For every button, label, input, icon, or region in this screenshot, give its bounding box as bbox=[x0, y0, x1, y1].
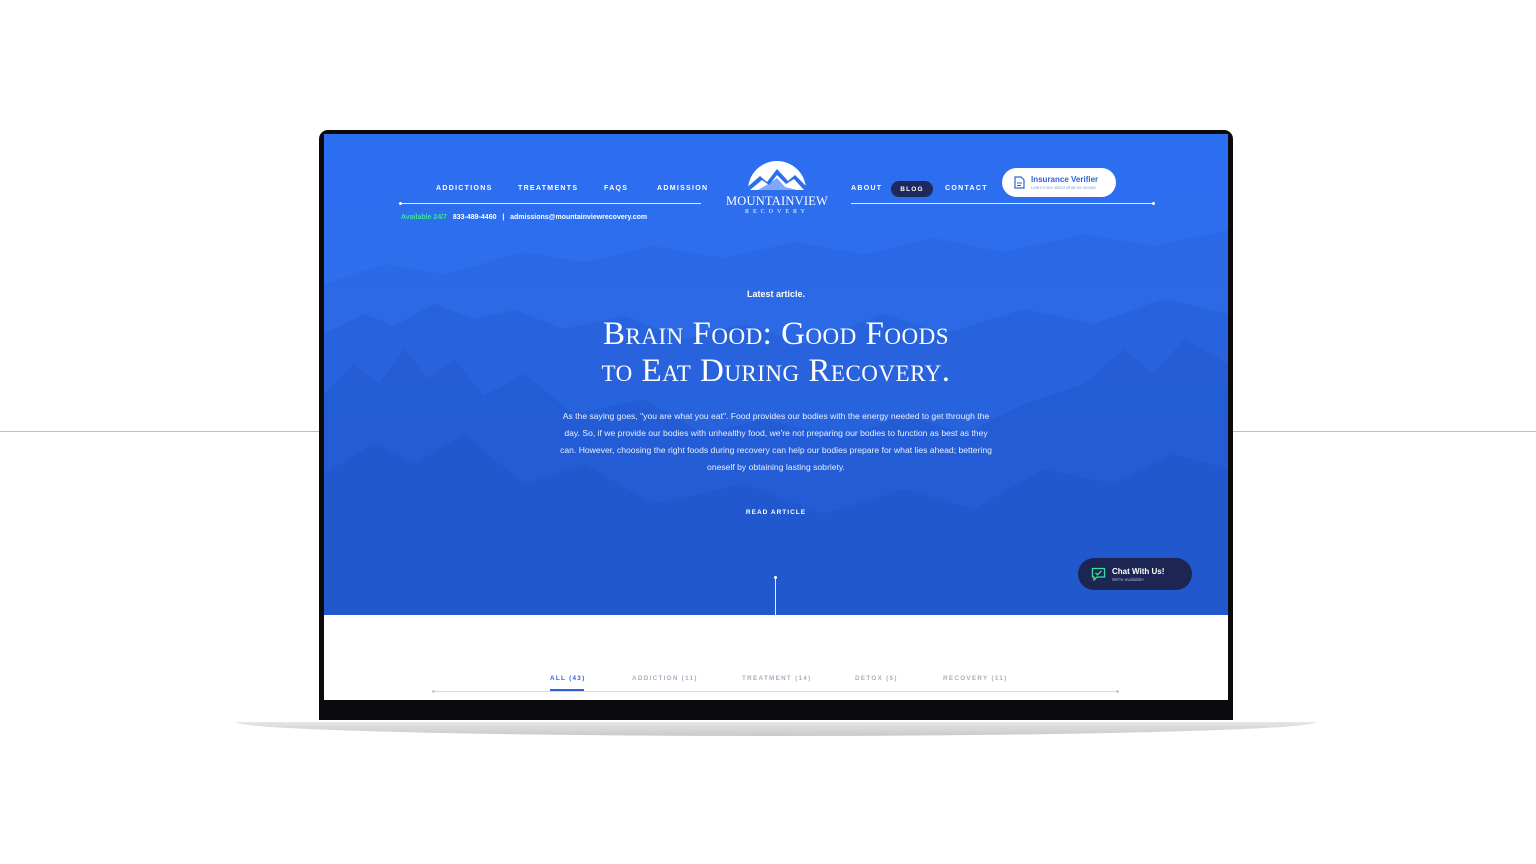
insurance-verifier-subtitle: Learn more about what we accept bbox=[1031, 185, 1096, 190]
headline-line-2: to Eat During Recovery. bbox=[601, 353, 951, 389]
latest-article-label: Latest article. bbox=[746, 289, 806, 299]
nav-treatments[interactable]: TREATMENTS bbox=[518, 185, 578, 192]
phone-link[interactable]: 833-489-4460 bbox=[453, 214, 497, 221]
headline-line-1: Brain Food: Good Foods bbox=[603, 316, 949, 352]
nav-blog-active[interactable]: BLOG bbox=[891, 181, 933, 197]
nav-addictions[interactable]: ADDICTIONS bbox=[436, 185, 493, 192]
category-filter-bar: ALL (43) ADDICTION (11) TREATMENT (14) D… bbox=[324, 672, 1228, 693]
decorative-line-right bbox=[1232, 431, 1536, 432]
chat-check-icon bbox=[1091, 567, 1106, 581]
category-tab-all[interactable]: ALL (43) bbox=[550, 675, 585, 682]
insurance-verifier-title: Insurance Verifier bbox=[1031, 175, 1099, 184]
article-excerpt: As the saying goes, "you are what you ea… bbox=[560, 411, 992, 472]
nav-about[interactable]: ABOUT bbox=[851, 185, 882, 192]
nav-rule-dot bbox=[399, 202, 402, 205]
nav-rule-right bbox=[851, 203, 1154, 204]
contact-separator: | bbox=[502, 214, 505, 221]
logo-wordmark: MOUNTAINVIEW bbox=[725, 194, 829, 208]
hero-section: ADDICTIONS TREATMENTS FAQS ADMISSION ABO… bbox=[324, 134, 1228, 615]
chat-widget-button[interactable]: Chat With Us! We're available! bbox=[1078, 558, 1192, 590]
contact-bar: Available 24/7 833-489-4460 | admissions… bbox=[401, 214, 647, 221]
read-article-button[interactable]: READ ARTICLE bbox=[324, 509, 1228, 516]
category-tab-treatment[interactable]: TREATMENT (14) bbox=[742, 675, 812, 682]
presentation-canvas: ADDICTIONS TREATMENTS FAQS ADMISSION ABO… bbox=[0, 0, 1536, 864]
category-rule-dot bbox=[432, 690, 435, 693]
site-logo[interactable]: MOUNTAINVIEW RECOVERY bbox=[722, 154, 832, 218]
nav-rule-dot bbox=[1152, 202, 1155, 205]
scroll-indicator-line bbox=[775, 578, 776, 615]
mountain-logo-icon bbox=[744, 161, 810, 190]
logo-subtitle: RECOVERY bbox=[744, 209, 809, 215]
decorative-line-left bbox=[0, 431, 320, 432]
category-rule bbox=[434, 691, 1118, 692]
document-icon bbox=[1014, 176, 1025, 189]
chat-subtitle: We're available! bbox=[1112, 576, 1144, 582]
nav-admission[interactable]: ADMISSION bbox=[657, 185, 708, 192]
nav-contact[interactable]: CONTACT bbox=[945, 185, 988, 192]
nav-faqs[interactable]: FAQS bbox=[604, 185, 628, 192]
article-headline[interactable]: Brain Food: Good Foods to Eat During Rec… bbox=[324, 316, 1228, 390]
availability-label: Available 24/7 bbox=[401, 214, 448, 221]
category-tab-recovery[interactable]: RECOVERY (11) bbox=[943, 675, 1008, 682]
nav-rule-left bbox=[401, 203, 701, 204]
insurance-verifier-button[interactable]: Insurance Verifier Learn more about what… bbox=[1002, 168, 1116, 197]
chat-title: Chat With Us! bbox=[1112, 566, 1165, 576]
category-tab-detox[interactable]: DETOX (5) bbox=[855, 675, 898, 682]
category-tab-addiction[interactable]: ADDICTION (11) bbox=[632, 675, 698, 682]
email-link[interactable]: admissions@mountainviewrecovery.com bbox=[510, 214, 647, 221]
laptop-screen: ADDICTIONS TREATMENTS FAQS ADMISSION ABO… bbox=[324, 134, 1228, 700]
active-category-underline bbox=[550, 689, 584, 691]
laptop-base bbox=[236, 722, 1316, 736]
category-rule-dot bbox=[1116, 690, 1119, 693]
